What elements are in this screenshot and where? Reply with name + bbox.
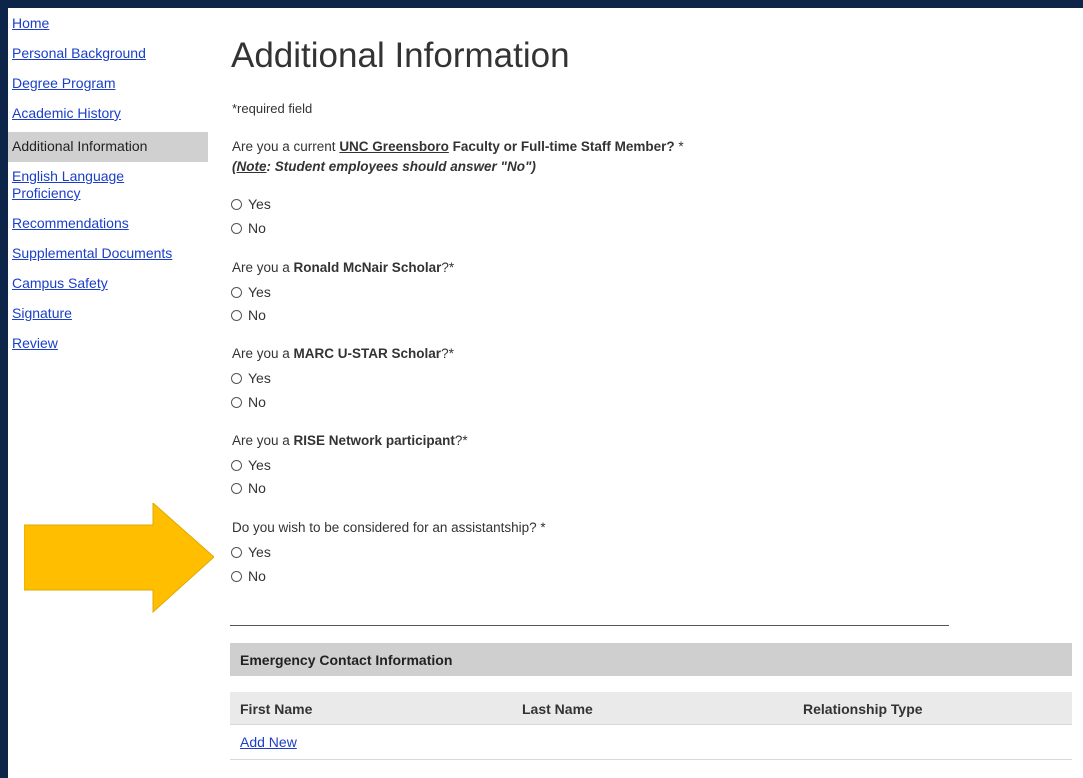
question-mcnair: Are you a Ronald McNair Scholar?* — [232, 260, 454, 275]
question-marc-bold: MARC U-STAR Scholar — [293, 346, 442, 361]
sidebar-item-additional-information[interactable]: Additional Information — [8, 132, 208, 162]
emergency-table-bottom-border — [230, 759, 1072, 760]
question-rise: Are you a RISE Network participant?* — [232, 433, 468, 448]
arrow-right-icon — [24, 503, 214, 613]
question-faculty-staff-bold: Faculty or Full-time Staff Member? — [448, 139, 675, 154]
option-label: No — [248, 480, 266, 496]
column-last-name: Last Name — [522, 701, 593, 717]
option-label: Yes — [248, 370, 271, 386]
faculty-staff-yes-radio[interactable] — [231, 198, 242, 210]
option-label: Yes — [248, 457, 271, 473]
sidebar-item-review[interactable]: Review — [8, 332, 208, 356]
marc-no-option[interactable]: No — [231, 394, 266, 410]
marc-yes-option[interactable]: Yes — [231, 370, 271, 386]
note-text: : Student employees should answer "No") — [266, 159, 536, 174]
assistantship-no-option[interactable]: No — [231, 568, 266, 584]
rise-no-option[interactable]: No — [231, 480, 266, 496]
column-first-name: First Name — [240, 701, 313, 717]
column-relationship-type: Relationship Type — [803, 701, 923, 717]
option-label: No — [248, 220, 266, 236]
option-label: Yes — [248, 544, 271, 560]
question-marc-suffix: ?* — [441, 346, 454, 361]
assistantship-yes-option[interactable]: Yes — [231, 544, 271, 560]
faculty-staff-yes-option[interactable]: Yes — [231, 196, 271, 212]
page-title: Additional Information — [231, 36, 570, 75]
section-divider — [230, 625, 949, 626]
question-assistantship: Do you wish to be considered for an assi… — [232, 520, 546, 535]
sidebar-item-home[interactable]: Home — [8, 12, 208, 36]
question-mcnair-suffix: ?* — [441, 260, 455, 275]
question-rise-bold: RISE Network participant — [293, 433, 455, 448]
sidebar-item-signature[interactable]: Signature — [8, 302, 208, 326]
option-label: No — [248, 568, 266, 584]
option-label: No — [248, 307, 266, 323]
rise-no-radio[interactable] — [231, 482, 242, 494]
sidebar-item-supplemental-documents[interactable]: Supplemental Documents — [8, 242, 208, 266]
sidebar-item-degree-program[interactable]: Degree Program — [8, 72, 208, 96]
option-label: No — [248, 394, 266, 410]
question-marc-prefix: Are you a — [232, 346, 294, 361]
question-faculty-staff-suffix: * — [674, 139, 684, 154]
question-rise-prefix: Are you a — [232, 433, 294, 448]
note-label: Note — [236, 159, 267, 174]
mcnair-yes-radio[interactable] — [231, 286, 242, 298]
mcnair-yes-option[interactable]: Yes — [231, 284, 271, 300]
option-label: Yes — [248, 284, 271, 300]
assistantship-yes-radio[interactable] — [231, 546, 242, 558]
option-label: Yes — [248, 196, 271, 212]
unc-greensboro-link[interactable]: UNC Greensboro — [339, 139, 449, 154]
question-rise-suffix: ?* — [454, 433, 468, 448]
add-new-contact-link[interactable]: Add New — [240, 734, 297, 750]
emergency-contact-header: Emergency Contact Information — [230, 643, 1072, 676]
required-field-note: *required field — [232, 101, 313, 116]
emergency-contact-table-header: First Name Last Name Relationship Type — [230, 692, 1072, 725]
marc-yes-radio[interactable] — [231, 372, 242, 384]
sidebar-item-academic-history[interactable]: Academic History — [8, 102, 208, 126]
sidebar-item-english-language-proficiency[interactable]: English Language Proficiency — [8, 165, 166, 206]
faculty-staff-no-option[interactable]: No — [231, 220, 266, 236]
question-marc: Are you a MARC U-STAR Scholar?* — [232, 346, 454, 361]
question-faculty-staff-prefix: Are you a current — [232, 139, 340, 154]
mcnair-no-radio[interactable] — [231, 309, 242, 321]
question-faculty-staff: Are you a current UNC Greensboro Faculty… — [232, 139, 684, 154]
assistantship-no-radio[interactable] — [231, 570, 242, 582]
page: Home Personal Background Degree Program … — [8, 8, 1083, 778]
question-mcnair-prefix: Are you a — [232, 260, 294, 275]
question-mcnair-bold: Ronald McNair Scholar — [293, 260, 442, 275]
sidebar-nav: Home Personal Background Degree Program … — [8, 12, 208, 362]
rise-yes-option[interactable]: Yes — [231, 457, 271, 473]
rise-yes-radio[interactable] — [231, 459, 242, 471]
mcnair-no-option[interactable]: No — [231, 307, 266, 323]
sidebar-item-campus-safety[interactable]: Campus Safety — [8, 272, 208, 296]
faculty-staff-no-radio[interactable] — [231, 222, 242, 234]
marc-no-radio[interactable] — [231, 396, 242, 408]
sidebar-item-recommendations[interactable]: Recommendations — [8, 212, 208, 236]
sidebar-item-personal-background[interactable]: Personal Background — [8, 42, 208, 66]
question-faculty-staff-note: (Note: Student employees should answer "… — [232, 159, 536, 174]
